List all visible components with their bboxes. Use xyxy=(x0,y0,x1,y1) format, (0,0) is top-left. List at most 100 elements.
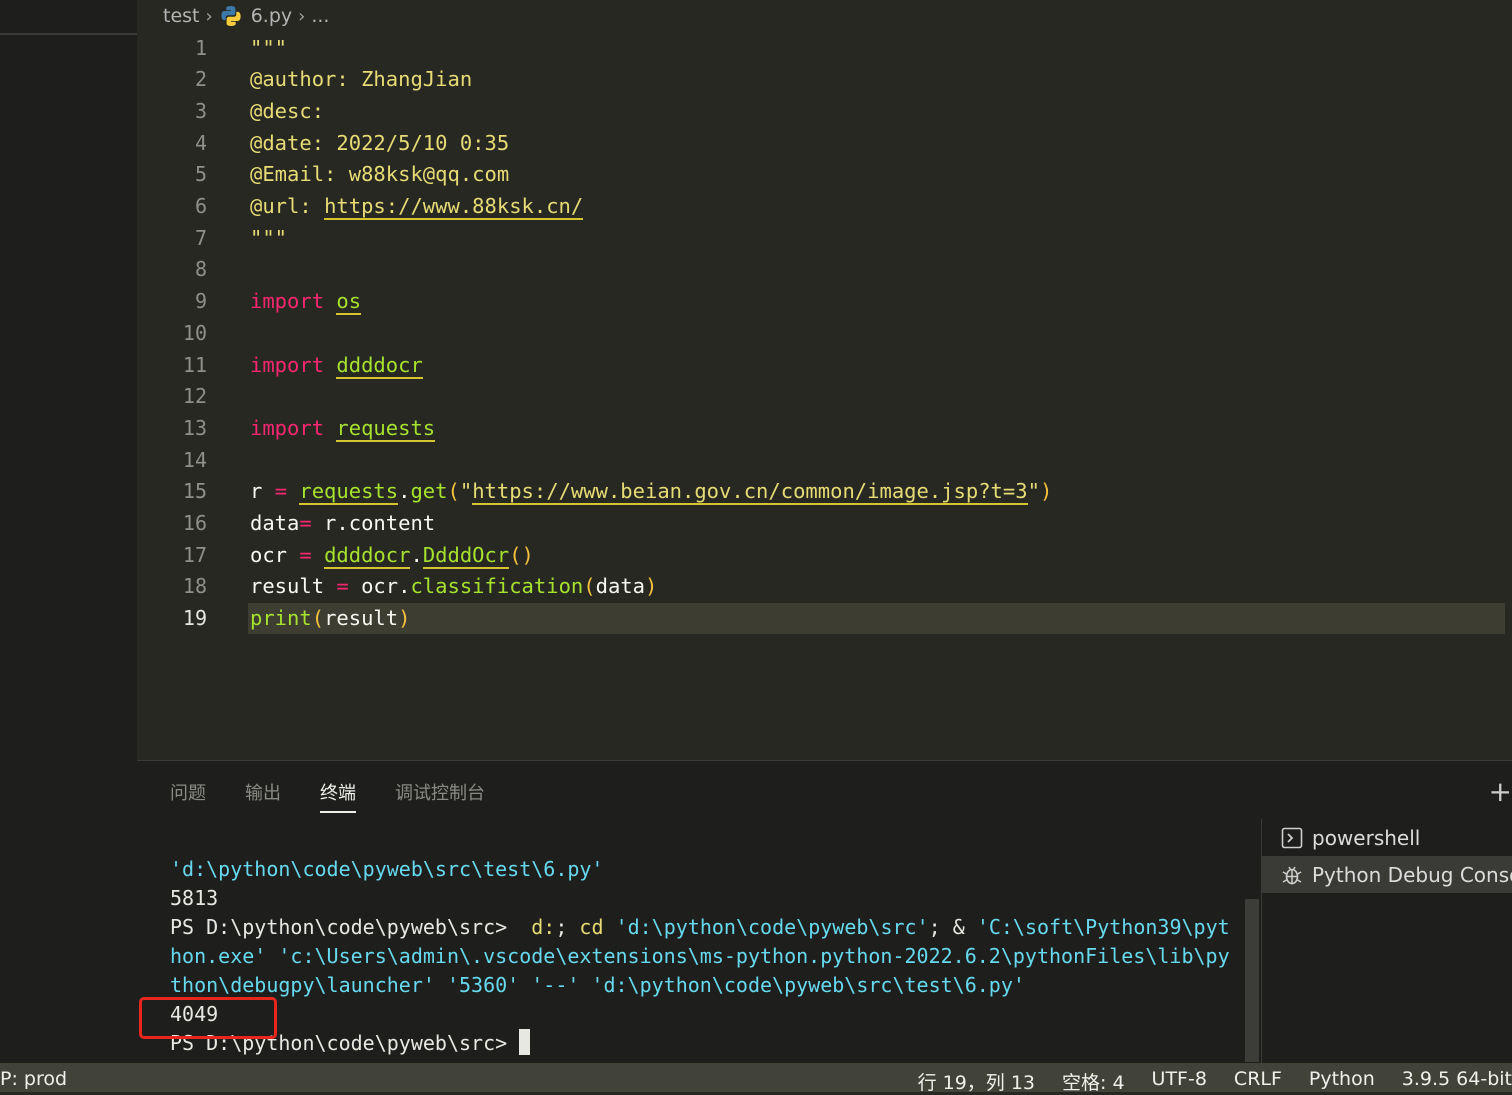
code-token: result xyxy=(324,606,399,631)
code-line[interactable]: 15 r = requests.get("https://www.beian.go… xyxy=(137,476,1512,508)
code-line[interactable]: 5 @Email: w88ksk@qq.com xyxy=(137,159,1512,191)
terminal-item-powershell[interactable]: powershell xyxy=(1262,819,1512,856)
line-number[interactable]: 15 xyxy=(137,476,207,508)
line-number[interactable]: 2 xyxy=(137,64,207,96)
terminal-line: 4049 xyxy=(170,1000,1240,1029)
line-code[interactable]: @url: https://www.88ksk.cn/ xyxy=(250,191,584,223)
code-line[interactable]: 1 """ xyxy=(137,33,1512,65)
line-code[interactable]: """ xyxy=(250,223,287,255)
code-token: = xyxy=(299,511,312,535)
new-terminal-button[interactable]: + xyxy=(1489,775,1512,808)
chevron-right-icon: › xyxy=(298,5,306,27)
terminal-line: 'd:\python\code\pyweb\src\test\6.py' xyxy=(170,855,1240,884)
code-token: @desc: xyxy=(250,98,325,123)
line-code[interactable]: print(result) xyxy=(250,603,410,635)
line-code[interactable]: r = requests.get("https://www.beian.gov.… xyxy=(250,476,1052,508)
status-indentation[interactable]: 空格: 4 xyxy=(1062,1068,1125,1095)
breadcrumb-more[interactable]: ... xyxy=(311,5,329,27)
code-token: = xyxy=(336,574,349,599)
terminal-item-label: Python Debug Console xyxy=(1312,862,1512,887)
panel-tab[interactable]: 调试控制台 xyxy=(395,779,485,813)
code-token: () xyxy=(509,542,534,567)
line-number[interactable]: 10 xyxy=(137,318,207,350)
panel-tab[interactable]: 终端 xyxy=(320,779,356,813)
line-number[interactable]: 9 xyxy=(137,286,207,318)
code-line[interactable]: 8 xyxy=(137,254,1512,286)
code-line[interactable]: 14 xyxy=(137,445,1512,477)
code-token: import xyxy=(250,289,325,314)
code-token: ( xyxy=(583,574,596,599)
line-code[interactable]: ocr = ddddocr.DdddOcr() xyxy=(250,540,534,572)
line-code[interactable]: import ddddocr xyxy=(250,350,423,382)
breadcrumb-file[interactable]: 6.py xyxy=(251,5,292,27)
status-language[interactable]: Python xyxy=(1309,1068,1375,1095)
terminal-line: 5813 xyxy=(170,884,1240,913)
terminal-list: powershell Python Debug Console xyxy=(1262,819,1512,893)
status-remote-profile[interactable]: P: prod xyxy=(0,1068,67,1090)
line-number[interactable]: 5 xyxy=(137,159,207,191)
code-line[interactable]: 13 import requests xyxy=(137,413,1512,445)
code-line[interactable]: 10 xyxy=(137,318,1512,350)
status-cursor-position[interactable]: 行 19，列 13 xyxy=(918,1068,1035,1095)
code-line[interactable]: 17 ocr = ddddocr.DdddOcr() xyxy=(137,540,1512,572)
status-encoding[interactable]: UTF-8 xyxy=(1152,1068,1207,1095)
line-number[interactable]: 13 xyxy=(137,413,207,445)
terminal-cursor xyxy=(519,1029,531,1055)
code-token: ) xyxy=(398,606,411,631)
line-code[interactable]: """ xyxy=(250,33,287,65)
line-code[interactable]: @desc: xyxy=(250,96,324,128)
chevron-right-icon: › xyxy=(205,5,213,27)
panel-tab[interactable]: 问题 xyxy=(170,779,206,813)
terminal-token: hon.exe' 'c:\Users\admin\.vscode\extensi… xyxy=(170,944,1230,968)
code-line[interactable]: 16 data= r.content xyxy=(137,508,1512,540)
line-number[interactable]: 16 xyxy=(137,508,207,540)
status-eol[interactable]: CRLF xyxy=(1234,1068,1282,1095)
line-number[interactable]: 11 xyxy=(137,350,207,382)
code-editor[interactable]: 1 """ 2 @author: ZhangJian 3 @desc: 4 @date: 20… xyxy=(137,32,1512,760)
code-line[interactable]: 4 @date: 2022/5/10 0:35 xyxy=(137,128,1512,160)
line-number[interactable]: 14 xyxy=(137,445,207,477)
line-code[interactable]: result = ocr.classification(data) xyxy=(250,571,657,603)
line-number[interactable]: 3 xyxy=(137,96,207,128)
line-code[interactable]: import requests xyxy=(250,413,436,445)
line-number[interactable]: 4 xyxy=(137,128,207,160)
code-token: ( xyxy=(447,479,460,504)
line-code[interactable]: @date: 2022/5/10 0:35 xyxy=(250,128,509,160)
terminal-item-python-debug-console[interactable]: Python Debug Console xyxy=(1262,856,1512,893)
code-line[interactable]: 7 """ xyxy=(137,223,1512,255)
code-line[interactable]: 11 import ddddocr xyxy=(137,350,1512,382)
code-line[interactable]: 19 print(result) xyxy=(137,603,1512,635)
line-number[interactable]: 8 xyxy=(137,254,207,286)
line-number[interactable]: 6 xyxy=(137,191,207,223)
code-line[interactable]: 6 @url: https://www.88ksk.cn/ xyxy=(137,191,1512,223)
code-token: @url: xyxy=(250,194,325,218)
code-line[interactable]: 12 xyxy=(137,381,1512,413)
code-token: @author: ZhangJian xyxy=(250,67,473,92)
code-token: import xyxy=(250,415,325,440)
debug-icon xyxy=(1282,866,1302,884)
line-code[interactable]: @Email: w88ksk@qq.com xyxy=(250,159,509,191)
line-number[interactable]: 12 xyxy=(137,381,207,413)
line-code[interactable]: data= r.content xyxy=(250,508,435,540)
terminal-scrollbar[interactable] xyxy=(1245,899,1259,1062)
line-code[interactable]: import os xyxy=(250,286,362,318)
panel-tab[interactable]: 输出 xyxy=(245,779,281,813)
code-line[interactable]: 2 @author: ZhangJian xyxy=(137,64,1512,96)
status-interpreter[interactable]: 3.9.5 64-bit xyxy=(1402,1068,1512,1095)
code-line[interactable]: 3 @desc: xyxy=(137,96,1512,128)
code-token: ) xyxy=(644,574,658,599)
line-number[interactable]: 7 xyxy=(137,223,207,255)
code-line[interactable]: 9 import os xyxy=(137,286,1512,318)
line-number[interactable]: 18 xyxy=(137,571,207,603)
code-token: https://www.beian.gov.cn/common/image.js… xyxy=(472,479,1028,506)
line-number[interactable]: 1 xyxy=(137,33,207,65)
line-number[interactable]: 19 xyxy=(137,603,207,635)
terminal-token: 5813 xyxy=(170,886,219,910)
line-code[interactable]: @author: ZhangJian xyxy=(250,64,472,96)
breadcrumb-folder[interactable]: test xyxy=(163,5,200,27)
line-number[interactable]: 17 xyxy=(137,540,207,572)
code-token: " xyxy=(459,479,473,504)
code-line[interactable]: 18 result = ocr.classification(data) xyxy=(137,571,1512,603)
terminal-output[interactable]: 'd:\python\code\pyweb\src\test\6.py' 5813… xyxy=(170,855,1240,1058)
